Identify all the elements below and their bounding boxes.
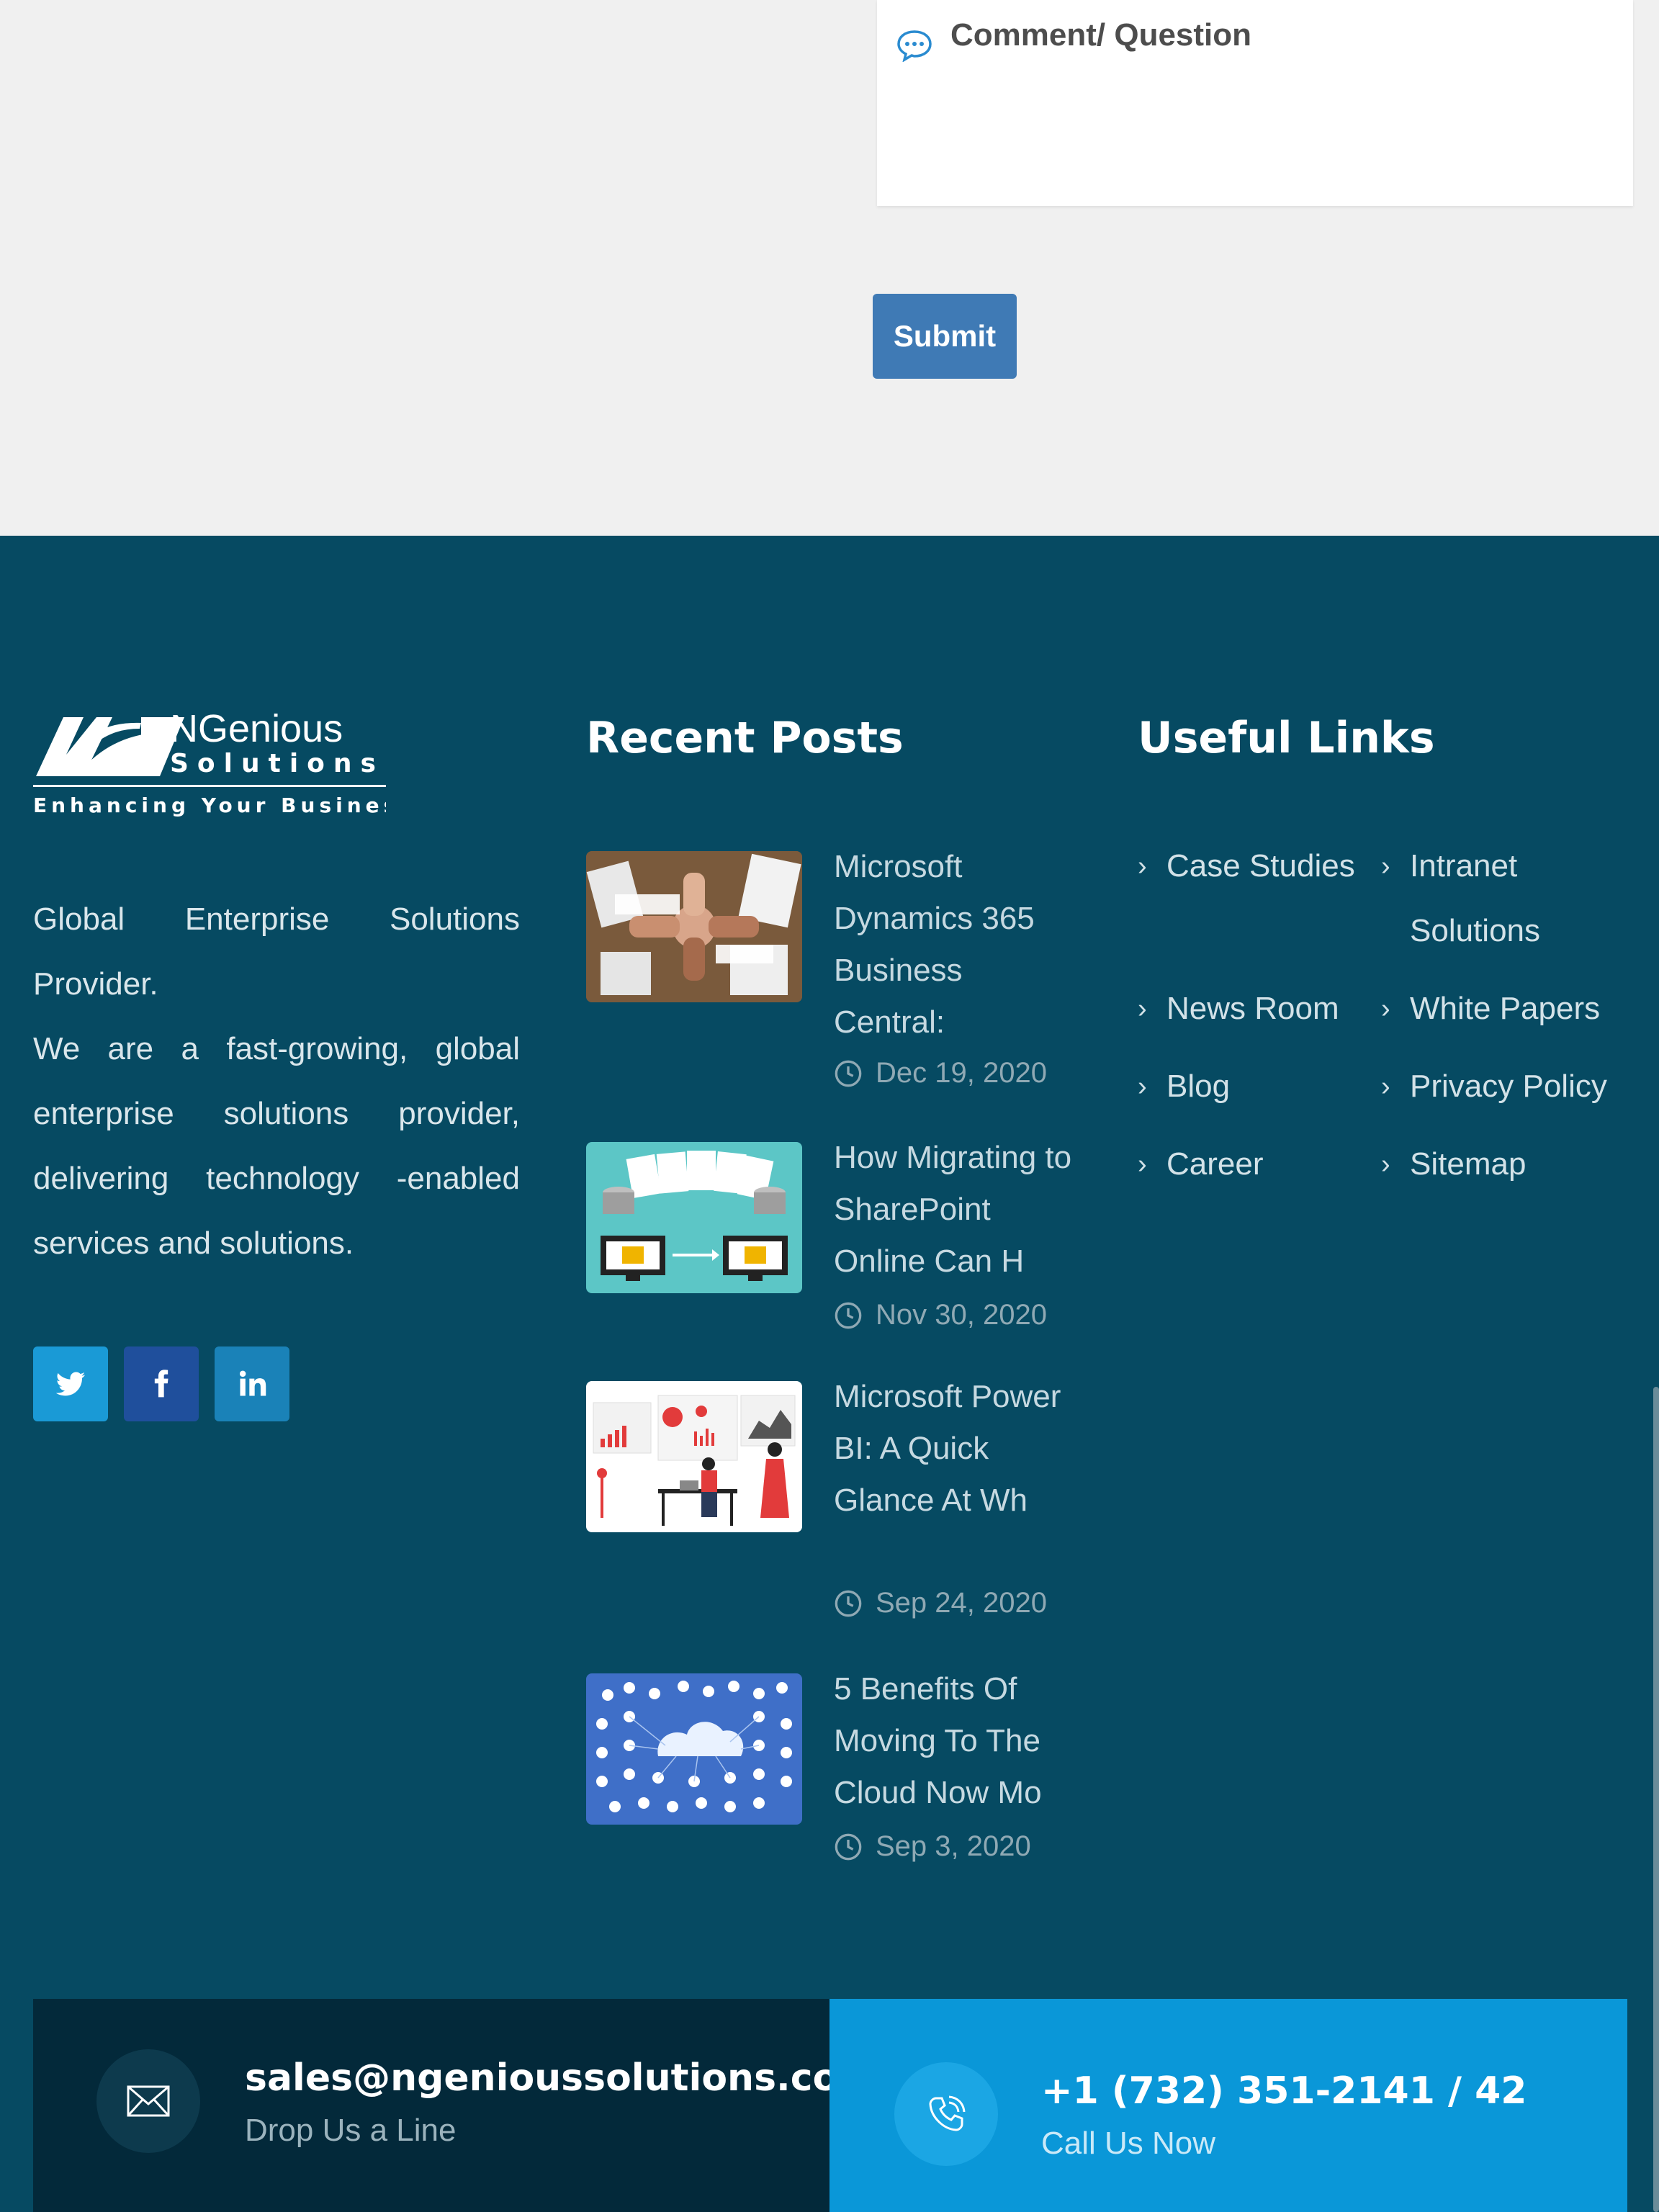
post-date: Sep 24, 2020	[834, 1587, 1047, 1619]
envelope-icon	[96, 2049, 200, 2153]
post-title[interactable]: 5 Benefits Of Moving To The Cloud Now Mo	[834, 1663, 1079, 1819]
chevron-right-icon: ›	[1138, 851, 1147, 881]
post-title[interactable]: How Migrating to SharePoint Online Can H	[834, 1132, 1079, 1287]
post-title[interactable]: Microsoft Dynamics 365 Business Central:	[834, 841, 1079, 1048]
logo[interactable]: NGenious Solutions Enhancing Your Busine…	[33, 707, 412, 819]
link-label: Sitemap	[1410, 1146, 1527, 1182]
email-subtitle: Drop Us a Line	[245, 2113, 457, 2148]
logo-tagline: Enhancing Your Business	[33, 793, 386, 817]
facebook-icon	[154, 1370, 168, 1398]
chevron-right-icon: ›	[1138, 1149, 1147, 1179]
chevron-right-icon: ›	[1381, 1071, 1390, 1102]
chevron-right-icon: ›	[1381, 851, 1390, 881]
link-news-room[interactable]: › News Room	[1138, 976, 1339, 1041]
link-label: Career	[1166, 1146, 1264, 1182]
clock-icon	[835, 1590, 862, 1617]
phone-subtitle: Call Us Now	[1041, 2126, 1216, 2161]
post-date-text: Sep 24, 2020	[876, 1587, 1047, 1619]
chevron-right-icon: ›	[1381, 994, 1390, 1024]
post-date: Dec 19, 2020	[834, 1057, 1047, 1089]
linkedin-icon	[239, 1370, 266, 1396]
clock-icon	[835, 1302, 862, 1328]
useful-links-title: Useful Links	[1138, 713, 1435, 763]
link-label: Blog	[1166, 1069, 1231, 1104]
logo-name: NGenious	[170, 707, 343, 750]
post-date: Nov 30, 2020	[834, 1299, 1047, 1331]
link-privacy-policy[interactable]: › Privacy Policy	[1381, 1054, 1607, 1119]
chat-bubble-icon	[896, 29, 933, 63]
link-label: Privacy Policy	[1410, 1069, 1607, 1104]
clock-icon	[835, 1060, 862, 1087]
chevron-right-icon: ›	[1138, 1071, 1147, 1102]
link-case-studies[interactable]: › Case Studies	[1138, 834, 1355, 899]
submit-button[interactable]: Submit	[873, 294, 1017, 379]
form-section: Comment/ Question Submit	[0, 0, 1659, 536]
about-line-2: We are a fast-growing, global enterprise…	[33, 1031, 520, 1261]
post-date: Sep 3, 2020	[834, 1830, 1031, 1863]
post-date-text: Sep 3, 2020	[876, 1830, 1031, 1862]
link-career[interactable]: › Career	[1138, 1132, 1264, 1197]
logo-sub: Solutions	[170, 749, 385, 778]
linkedin-button[interactable]	[215, 1346, 289, 1421]
link-sitemap[interactable]: › Sitemap	[1381, 1132, 1526, 1197]
link-label: Intranet Solutions	[1410, 848, 1541, 948]
twitter-icon	[55, 1372, 86, 1396]
facebook-button[interactable]	[124, 1346, 199, 1421]
link-white-papers[interactable]: › White Papers	[1381, 976, 1600, 1041]
link-label: Case Studies	[1166, 848, 1355, 884]
clock-icon	[835, 1833, 862, 1860]
post-date-text: Dec 19, 2020	[876, 1057, 1047, 1089]
scrollbar[interactable]	[1653, 1387, 1659, 2212]
twitter-button[interactable]	[33, 1346, 108, 1421]
post-thumbnail[interactable]	[586, 1142, 802, 1293]
phone-number[interactable]: +1 (732) 351-2141 / 42	[1041, 2069, 1527, 2113]
link-intranet-solutions[interactable]: › Intranet Solutions	[1381, 834, 1597, 963]
post-thumbnail[interactable]	[586, 1381, 802, 1532]
link-blog[interactable]: › Blog	[1138, 1054, 1230, 1119]
about-line-1: Global Enterprise Solutions Provider.	[33, 902, 520, 1002]
post-thumbnail[interactable]	[586, 1673, 802, 1825]
post-date-text: Nov 30, 2020	[876, 1299, 1047, 1331]
link-label: News Room	[1166, 991, 1339, 1026]
post-thumbnail[interactable]	[586, 851, 802, 1002]
phone-icon	[894, 2062, 998, 2166]
recent-posts-title: Recent Posts	[586, 713, 904, 763]
post-title[interactable]: Microsoft Power BI: A Quick Glance At Wh	[834, 1371, 1079, 1527]
comment-textarea[interactable]: Comment/ Question	[877, 0, 1633, 206]
about-text: Global Enterprise Solutions Provider. We…	[33, 887, 520, 1276]
email-address[interactable]: sales@ngenioussolutions.com	[245, 2056, 878, 2100]
link-label: White Papers	[1410, 991, 1601, 1026]
email-contact[interactable]: sales@ngenioussolutions.com Drop Us a Li…	[33, 1999, 878, 2212]
comment-label: Comment/ Question	[950, 17, 1252, 53]
phone-contact[interactable]: +1 (732) 351-2141 / 42 Call Us Now	[830, 1999, 1627, 2212]
chevron-right-icon: ›	[1138, 994, 1147, 1024]
chevron-right-icon: ›	[1381, 1149, 1390, 1179]
